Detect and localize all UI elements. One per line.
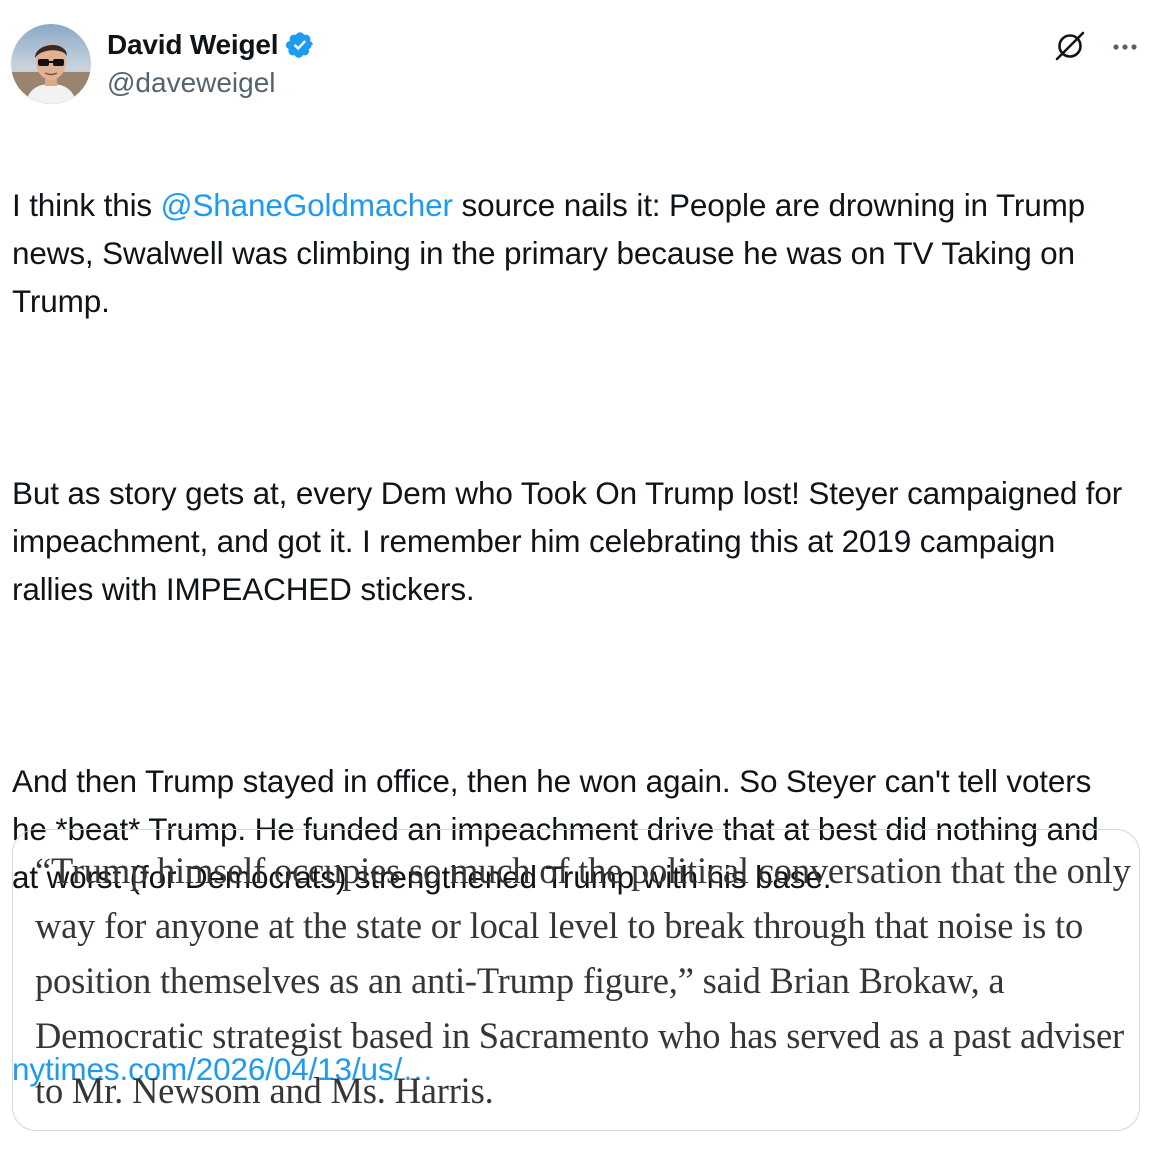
author-name-row: David Weigel bbox=[107, 26, 315, 64]
avatar[interactable] bbox=[11, 24, 91, 104]
mention-link[interactable]: @ShaneGoldmacher bbox=[161, 187, 453, 223]
tweet-text-segment: I think this bbox=[12, 187, 161, 223]
author-display-name[interactable]: David Weigel bbox=[107, 29, 279, 61]
quote-image-card[interactable]: “Trump himself occupies so much of the p… bbox=[12, 829, 1140, 1131]
quote-image-text: “Trump himself occupies so much of the p… bbox=[35, 850, 1131, 1111]
tweet-container: David Weigel @daveweigel I think this @S… bbox=[0, 0, 1162, 1150]
verified-badge-icon bbox=[285, 30, 315, 60]
author-handle[interactable]: @daveweigel bbox=[107, 67, 276, 99]
more-options-icon[interactable] bbox=[1108, 30, 1142, 64]
grok-icon[interactable] bbox=[1052, 28, 1088, 64]
user-avatar-photo-icon bbox=[11, 24, 91, 104]
tweet-paragraph-2: But as story gets at, every Dem who Took… bbox=[12, 475, 1123, 607]
tweet-paragraph-1: I think this @ShaneGoldmacher source nai… bbox=[12, 181, 1132, 325]
